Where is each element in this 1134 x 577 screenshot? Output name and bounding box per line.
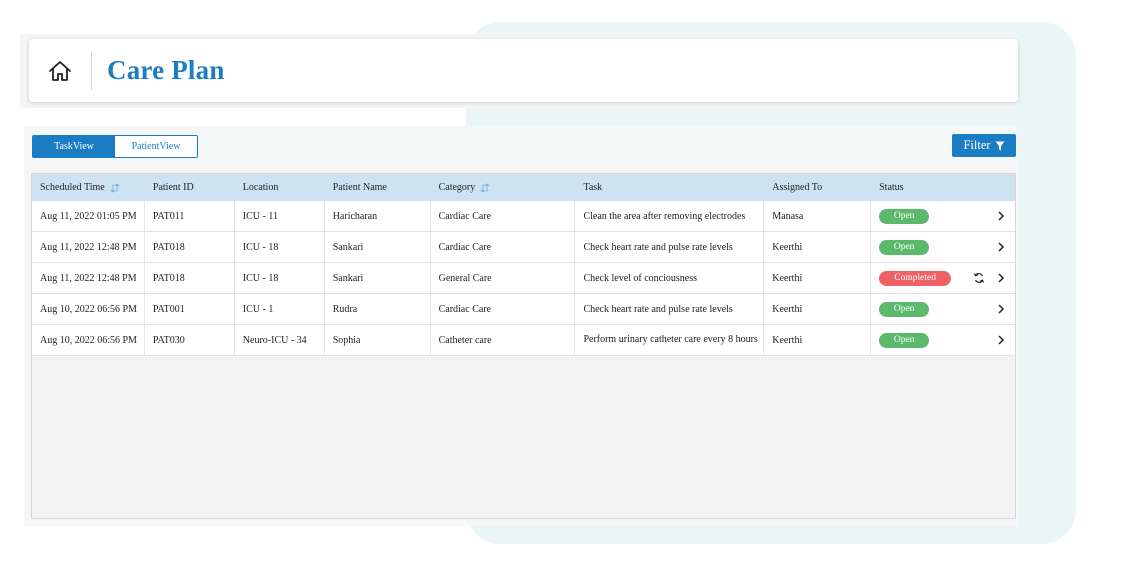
column-header-patient-id: Patient ID (152, 182, 194, 193)
status-badge: Completed (879, 270, 952, 286)
table-row[interactable]: Aug 11, 2022 12:48 PM PAT018 ICU - 18 Sa… (32, 263, 1015, 294)
patient-name: Rudra (325, 294, 431, 324)
table-header-row: Scheduled Time Patient ID Location Patie… (32, 174, 1015, 201)
status-badge: Open (879, 301, 930, 317)
status-cell: Open (871, 201, 1015, 231)
category: Cardiac Care (431, 232, 576, 262)
view-toggle: TaskView PatientView (32, 135, 198, 158)
chevron-right-icon[interactable] (997, 334, 1005, 346)
status-cell: Open (871, 232, 1015, 262)
patient-name: Sophia (325, 325, 431, 355)
scheduled-time: Aug 11, 2022 12:48 PM (32, 232, 145, 262)
chevron-right-icon[interactable] (997, 210, 1005, 222)
task: Clean the area after removing electrodes (575, 201, 765, 231)
column-header-scheduled-time[interactable]: Scheduled Time (32, 174, 145, 201)
location: ICU - 18 (235, 263, 325, 293)
location: Neuro-ICU - 34 (235, 325, 325, 355)
home-icon (49, 60, 71, 81)
patient-id: PAT030 (145, 325, 235, 355)
scheduled-time: Aug 11, 2022 01:05 PM (32, 201, 145, 231)
table-row[interactable]: Aug 11, 2022 12:48 PM PAT018 ICU - 18 Sa… (32, 232, 1015, 263)
patient-name: Haricharan (325, 201, 431, 231)
assigned-to: Keerthi (764, 232, 872, 262)
patient-id: PAT011 (145, 201, 235, 231)
location: ICU - 1 (235, 294, 325, 324)
status-badge: Open (879, 239, 930, 255)
column-header-status: Status (879, 182, 904, 193)
refresh-icon[interactable] (973, 272, 985, 284)
task: Check level of conciousness (575, 263, 765, 293)
home-button[interactable] (29, 39, 91, 102)
status-cell: Completed (871, 263, 1015, 293)
column-header-location: Location (242, 182, 279, 193)
task: Check heart rate and pulse rate levels (575, 294, 765, 324)
category: Cardiac Care (431, 294, 576, 324)
assigned-to: Manasa (764, 201, 872, 231)
location: ICU - 18 (235, 232, 325, 262)
filter-label: Filter (963, 138, 991, 152)
tab-patient-view[interactable]: PatientView (115, 136, 197, 157)
page-header: Care Plan (29, 39, 1018, 102)
location: ICU - 11 (235, 201, 325, 231)
status-badge: Open (879, 208, 930, 224)
header-divider (91, 51, 92, 90)
task: Check heart rate and pulse rate levels (575, 232, 765, 262)
sort-icon[interactable] (480, 182, 490, 193)
patient-name: Sankari (325, 232, 431, 262)
scheduled-time: Aug 10, 2022 06:56 PM (32, 325, 145, 355)
assigned-to: Keerthi (764, 325, 872, 355)
sort-icon[interactable] (110, 182, 120, 193)
patient-name: Sankari (325, 263, 431, 293)
patient-id: PAT001 (145, 294, 235, 324)
task: Perform urinary catheter care every 8 ho… (575, 325, 765, 355)
assigned-to: Keerthi (764, 263, 872, 293)
category: General Care (431, 263, 576, 293)
scheduled-time: Aug 11, 2022 12:48 PM (32, 263, 145, 293)
column-header-task: Task (583, 182, 603, 193)
patient-id: PAT018 (145, 232, 235, 262)
chevron-right-icon[interactable] (997, 272, 1005, 284)
category: Cardiac Care (431, 201, 576, 231)
status-cell: Open (871, 294, 1015, 324)
chevron-right-icon[interactable] (997, 241, 1005, 253)
filter-icon (995, 141, 1005, 150)
status-cell: Open (871, 325, 1015, 355)
chevron-right-icon[interactable] (997, 303, 1005, 315)
table-row[interactable]: Aug 11, 2022 01:05 PM PAT011 ICU - 11 Ha… (32, 201, 1015, 232)
table-row[interactable]: Aug 10, 2022 06:56 PM PAT030 Neuro-ICU -… (32, 325, 1015, 356)
table-row[interactable]: Aug 10, 2022 06:56 PM PAT001 ICU - 1 Rud… (32, 294, 1015, 325)
assigned-to: Keerthi (764, 294, 872, 324)
tab-task-view[interactable]: TaskView (33, 136, 115, 157)
column-header-assigned-to: Assigned To (772, 182, 823, 193)
column-header-patient-name: Patient Name (332, 182, 387, 193)
patient-id: PAT018 (145, 263, 235, 293)
page-title: Care Plan (107, 55, 225, 85)
care-plan-table: Scheduled Time Patient ID Location Patie… (31, 173, 1016, 519)
table-body: Aug 11, 2022 01:05 PM PAT011 ICU - 11 Ha… (32, 201, 1015, 356)
filter-button[interactable]: Filter (952, 134, 1016, 157)
column-header-category[interactable]: Category (431, 174, 576, 201)
category: Catheter care (431, 325, 576, 355)
status-badge: Open (879, 332, 930, 348)
scheduled-time: Aug 10, 2022 06:56 PM (32, 294, 145, 324)
